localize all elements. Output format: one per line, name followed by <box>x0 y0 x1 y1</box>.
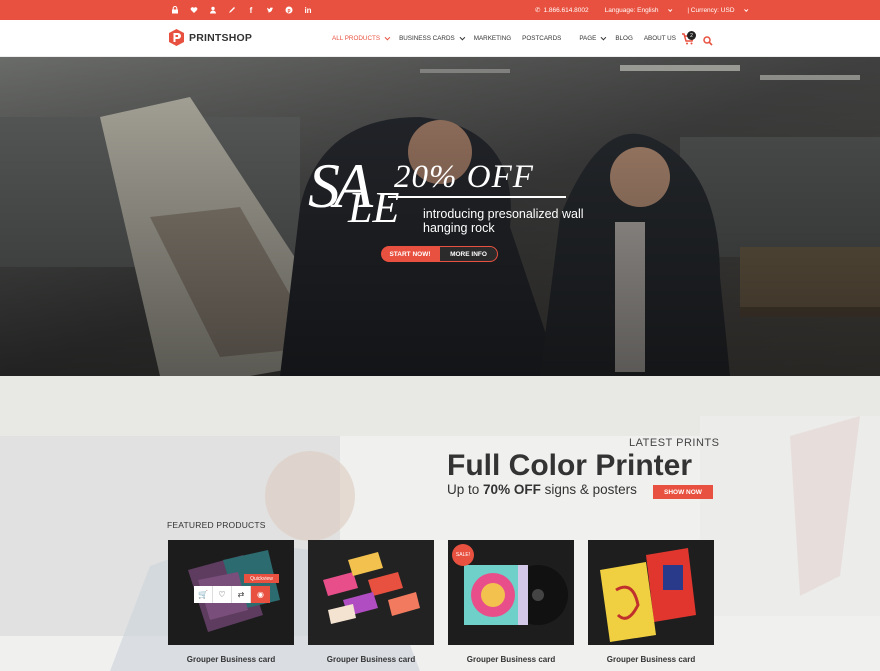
product-title[interactable]: Grouper Business card <box>448 655 574 664</box>
product-card[interactable] <box>588 540 714 645</box>
nav-label: PAGE <box>579 35 597 42</box>
sale-badge: SALE! <box>452 544 474 566</box>
chevron-down-icon <box>384 34 391 40</box>
nav-page[interactable]: PAGE <box>579 34 607 42</box>
hero-offer: 20% OFF <box>394 159 534 195</box>
nav-label: ABOUT US <box>643 35 676 42</box>
nav-about-us[interactable]: ABOUT US <box>644 35 676 42</box>
heart-icon[interactable] <box>185 6 203 14</box>
user-icon[interactable] <box>204 6 222 14</box>
compare-icon[interactable]: ⇄ <box>232 586 251 603</box>
topbar-right: ✆ 1.866.614.8002 Language: English | Curr… <box>535 0 763 20</box>
site-logo[interactable]: PRINTSHOP <box>167 28 252 47</box>
nav-postcards[interactable]: POSTCARDS <box>522 35 561 42</box>
nav-label: ALL PRODUCTS <box>332 35 381 42</box>
more-info-button[interactable]: MORE INFO <box>439 246 498 262</box>
nav-label: BUSINESS CARDS <box>399 35 455 42</box>
hero-tagline: introducing presonalized wall hanging ro… <box>423 207 584 235</box>
product-title[interactable]: Grouper Business card <box>168 655 294 664</box>
hero-slider: SA LE 20% OFF introducing presonalized w… <box>0 57 880 376</box>
chevron-down-icon <box>744 7 749 12</box>
product-title[interactable]: Grouper Business card <box>588 655 714 664</box>
logo-text: PRINTSHOP <box>189 31 253 44</box>
hero-sale-headline: SA LE 20% OFF introducing presonalized w… <box>308 154 588 240</box>
wishlist-heart-icon[interactable]: ♡ <box>213 586 232 603</box>
twitter-icon[interactable] <box>261 6 279 14</box>
nav-blog[interactable]: BLOG <box>615 35 633 42</box>
chevron-down-icon <box>600 34 607 40</box>
nav-label: MARKETING <box>473 35 512 42</box>
social-icons: f p in <box>166 0 318 20</box>
promo-sub-prefix: Up to <box>447 482 480 497</box>
svg-text:p: p <box>287 8 290 14</box>
nav-label: BLOG <box>615 35 633 42</box>
phone-text: 1.866.614.8002 <box>543 7 589 14</box>
show-now-button[interactable]: SHOW NOW <box>653 485 713 499</box>
hero-divider <box>388 196 566 198</box>
search-icon[interactable] <box>703 33 713 46</box>
quickview-tooltip: Quickview <box>244 574 279 583</box>
product-action-bar: 🛒 ♡ ⇄ ◉ <box>194 586 270 603</box>
nav-marketing[interactable]: MARKETING <box>474 35 511 42</box>
sale-le-letters: LE <box>348 183 400 232</box>
product-image <box>588 540 714 645</box>
add-to-cart-icon[interactable]: 🛒 <box>194 586 213 603</box>
lock-icon[interactable] <box>166 6 184 14</box>
main-header: PRINTSHOP ALL PRODUCTS BUSINESS CARDS MA… <box>0 20 880 57</box>
chevron-down-icon <box>459 34 465 40</box>
linkedin-icon[interactable]: in <box>299 6 317 15</box>
product-title[interactable]: Grouper Business card <box>308 655 434 664</box>
language-select[interactable]: Language: English <box>605 7 680 14</box>
product-card[interactable] <box>308 540 434 645</box>
promo-sub-highlight: 70% OFF <box>483 482 541 497</box>
nav-label: POSTCARDS <box>522 35 562 42</box>
promo-kicker: LATEST PRINTS <box>629 437 720 449</box>
top-bar: f p in ✆ 1.866.614.8002 Language: English… <box>0 0 880 20</box>
promo-headline: Full Color Printer <box>447 449 693 482</box>
pencil-icon[interactable] <box>223 6 241 14</box>
language-label: Language: English <box>604 6 659 14</box>
facebook-icon[interactable]: f <box>242 6 260 15</box>
currency-select[interactable]: | Currency: USD <box>687 7 755 14</box>
nav-all-products[interactable]: ALL PRODUCTS <box>332 34 391 42</box>
logo-icon <box>167 28 186 47</box>
product-image <box>308 540 434 645</box>
promo-section <box>0 376 880 671</box>
pinterest-icon[interactable]: p <box>280 6 298 14</box>
phone-icon: ✆ <box>535 7 541 14</box>
promo-background-image <box>0 376 880 671</box>
promo-subline: Up to 70% OFF signs & posters <box>447 482 637 497</box>
cart-count-badge: 2 <box>687 31 696 40</box>
nav-business-cards[interactable]: BUSINESS CARDS <box>399 34 465 42</box>
main-nav: ALL PRODUCTS BUSINESS CARDS MARKETING PO… <box>332 20 687 57</box>
promo-sub-suffix: signs & posters <box>544 482 637 497</box>
chevron-down-icon <box>668 7 673 12</box>
currency-label: | Currency: USD <box>687 6 735 14</box>
quickview-eye-icon[interactable]: ◉ <box>251 586 270 603</box>
featured-products-heading: FEATURED PRODUCTS <box>167 520 266 530</box>
phone-number: ✆ 1.866.614.8002 <box>535 6 597 14</box>
start-now-button[interactable]: START NOW! <box>381 246 439 262</box>
